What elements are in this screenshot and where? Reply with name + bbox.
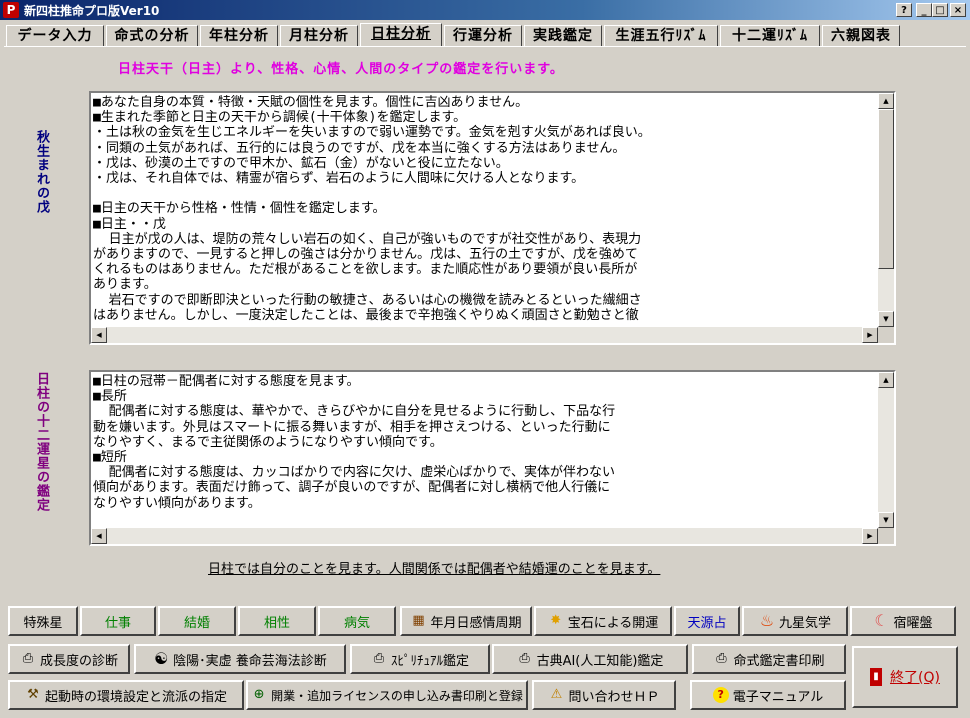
special-stars-button[interactable]: 特殊星 bbox=[8, 606, 78, 636]
minimize-button[interactable]: _ bbox=[916, 3, 932, 17]
vertical-scrollbar[interactable]: ▲ ▼ bbox=[878, 372, 894, 528]
scroll-corner bbox=[878, 327, 894, 343]
app-logo-icon: P bbox=[3, 2, 19, 18]
close-button[interactable]: × bbox=[950, 3, 966, 17]
tab-six-relations[interactable]: 六親図表 bbox=[822, 25, 900, 47]
inquiry-homepage-button[interactable]: ⚠ 問い合わせＨＰ bbox=[532, 680, 676, 710]
printer-icon: ⎙ bbox=[716, 651, 727, 666]
sukuyo-chart-button[interactable]: ☾ 宿曜盤 bbox=[850, 606, 956, 636]
scroll-down-icon[interactable]: ▼ bbox=[878, 512, 894, 528]
personality-text: ■あなた自身の本質・特徴・天賦の個性を見ます。個性に吉凶ありません。 ■生まれた… bbox=[93, 95, 651, 323]
spouse-text-box[interactable]: ■日柱の冠帯－配偶者に対する態度を見ます。 ■長所 配偶者に対する態度は、華やか… bbox=[89, 370, 896, 546]
footer-note: 日柱では自分のことを見ます。人間関係では配偶者や結婚運のことを見ます。 bbox=[208, 562, 661, 577]
tab-year-pillar[interactable]: 年柱分析 bbox=[200, 25, 278, 47]
scroll-up-icon[interactable]: ▲ bbox=[878, 372, 894, 388]
electronic-manual-button[interactable]: ? 電子マニュアル bbox=[690, 680, 846, 710]
compatibility-button[interactable]: 相性 bbox=[238, 606, 316, 636]
vertical-scrollbar[interactable]: ▲ ▼ bbox=[878, 93, 894, 327]
flame-icon: ♨ bbox=[759, 611, 775, 630]
printer-icon: ⎙ bbox=[22, 651, 34, 666]
work-button[interactable]: 仕事 bbox=[80, 606, 156, 636]
scroll-thumb[interactable] bbox=[878, 109, 894, 269]
printer-icon: ⎙ bbox=[519, 651, 530, 666]
yinyang-diagnosis-button[interactable]: ☯ 陰陽･実虚 養命芸海法診断 bbox=[134, 644, 346, 674]
emotion-cycle-button[interactable]: ▦ 年月日感情周期 bbox=[400, 606, 532, 636]
spiritual-reading-button[interactable]: ⎙ ｽﾋﾟﾘﾁｭｱﾙ鑑定 bbox=[350, 644, 490, 674]
sparkle-icon: ✸ bbox=[550, 613, 562, 628]
warning-icon: ⚠ bbox=[550, 687, 563, 702]
tab-fortune-analysis[interactable]: 行運分析 bbox=[444, 25, 522, 47]
globe-icon: ⊕ bbox=[253, 687, 265, 702]
scroll-corner bbox=[878, 528, 894, 544]
page-heading: 日柱天干（日主）より、性格、心情、人間のタイプの鑑定を行います。 bbox=[118, 62, 564, 77]
spouse-text: ■日柱の冠帯－配偶者に対する態度を見ます。 ■長所 配偶者に対する態度は、華やか… bbox=[93, 374, 616, 511]
maximize-button[interactable]: □ bbox=[932, 3, 948, 17]
window-title: 新四柱推命プロ版Ver10 bbox=[24, 4, 160, 18]
license-application-button[interactable]: ⊕ 開業・追加ライセンスの申し込み書印刷と登録 bbox=[246, 680, 528, 710]
scroll-left-icon[interactable]: ◀ bbox=[91, 327, 107, 343]
help-icon: ? bbox=[712, 687, 729, 703]
tab-chart-analysis[interactable]: 命式の分析 bbox=[106, 25, 198, 47]
marriage-button[interactable]: 結婚 bbox=[158, 606, 236, 636]
tab-bar: データ入力 命式の分析 年柱分析 月柱分析 日柱分析 行運分析 実践鑑定 生涯五… bbox=[4, 23, 966, 47]
calendar-icon: ▦ bbox=[412, 613, 425, 628]
horizontal-scrollbar[interactable]: ◀ ▶ bbox=[91, 327, 878, 343]
wrench-icon: ⚒ bbox=[27, 687, 39, 702]
top-section-label: 秋生まれの戊 bbox=[34, 130, 49, 214]
scroll-right-icon[interactable]: ▶ bbox=[862, 528, 878, 544]
tengen-divination-button[interactable]: 天源占 bbox=[674, 606, 740, 636]
growth-diagnosis-button[interactable]: ⎙ 成長度の診断 bbox=[8, 644, 130, 674]
personality-text-box[interactable]: ■あなた自身の本質・特徴・天賦の個性を見ます。個性に吉凶ありません。 ■生まれた… bbox=[89, 91, 896, 345]
tab-twelve-stages-rhythm[interactable]: 十二運ﾘｽﾞﾑ bbox=[720, 25, 820, 47]
kyusei-kigaku-button[interactable]: ♨ 九星気学 bbox=[742, 606, 848, 636]
printer-icon: ⎙ bbox=[373, 651, 385, 666]
bottom-section-label: 日柱の十二運星の鑑定 bbox=[34, 372, 49, 512]
scroll-left-icon[interactable]: ◀ bbox=[91, 528, 107, 544]
title-bar: P 新四柱推命プロ版Ver10 ? _ □ × bbox=[0, 0, 970, 20]
horizontal-scrollbar[interactable]: ◀ ▶ bbox=[91, 528, 878, 544]
tab-data-input[interactable]: データ入力 bbox=[6, 25, 104, 47]
exit-button[interactable]: ▮ 終了(Q) bbox=[852, 646, 958, 708]
startup-settings-button[interactable]: ⚒ 起動時の環境設定と流派の指定 bbox=[8, 680, 244, 710]
scroll-right-icon[interactable]: ▶ bbox=[862, 327, 878, 343]
gemstone-luck-button[interactable]: ✸ 宝石による開運 bbox=[534, 606, 672, 636]
scroll-down-icon[interactable]: ▼ bbox=[878, 311, 894, 327]
moon-icon: ☾ bbox=[874, 611, 889, 630]
scroll-up-icon[interactable]: ▲ bbox=[878, 93, 894, 109]
chart-report-print-button[interactable]: ⎙ 命式鑑定書印刷 bbox=[692, 644, 846, 674]
exit-icon: ▮ bbox=[870, 668, 883, 686]
tab-lifetime-five-elements[interactable]: 生涯五行ﾘｽﾞﾑ bbox=[604, 25, 718, 47]
yinyang-icon: ☯ bbox=[154, 649, 169, 668]
help-button[interactable]: ? bbox=[896, 3, 912, 17]
illness-button[interactable]: 病気 bbox=[318, 606, 396, 636]
tab-day-pillar[interactable]: 日柱分析 bbox=[360, 23, 442, 47]
tab-month-pillar[interactable]: 月柱分析 bbox=[280, 25, 358, 47]
classic-ai-reading-button[interactable]: ⎙ 古典AI(人工知能)鑑定 bbox=[492, 644, 688, 674]
tab-practical-reading[interactable]: 実践鑑定 bbox=[524, 25, 602, 47]
